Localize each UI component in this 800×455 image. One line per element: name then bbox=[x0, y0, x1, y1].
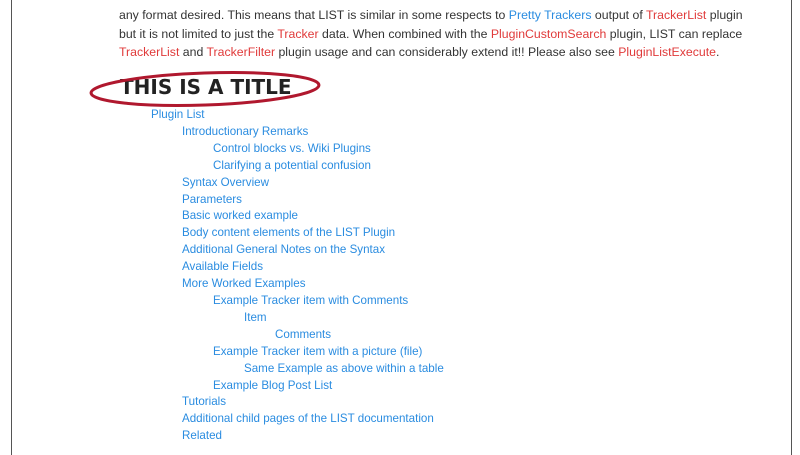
toc-link[interactable]: Example Blog Post List bbox=[0, 378, 444, 395]
paragraph-text: any format desired. This means that LIST… bbox=[119, 8, 509, 22]
toc-link[interactable]: Basic worked example bbox=[0, 208, 444, 225]
pretty-trackers-link[interactable]: Pretty Trackers bbox=[509, 8, 592, 22]
page-content: any format desired. This means that LIST… bbox=[0, 0, 800, 455]
toc-link[interactable]: Body content elements of the LIST Plugin bbox=[0, 225, 444, 242]
paragraph-text: plugin bbox=[706, 8, 743, 22]
tracker-link[interactable]: Tracker bbox=[277, 27, 318, 41]
toc-link[interactable]: Introductionary Remarks bbox=[0, 124, 444, 141]
toc-link[interactable]: Available Fields bbox=[0, 259, 444, 276]
toc-link[interactable]: Related bbox=[0, 428, 444, 445]
toc-link[interactable]: Example Tracker item with Comments bbox=[0, 293, 444, 310]
toc-link[interactable]: Clarifying a potential confusion bbox=[0, 158, 444, 175]
trackerlist-link[interactable]: TrackerList bbox=[646, 8, 706, 22]
intro-paragraph: any format desired. This means that LIST… bbox=[119, 6, 759, 62]
toc-link[interactable]: Control blocks vs. Wiki Plugins bbox=[0, 141, 444, 158]
paragraph-line-1: any format desired. This means that LIST… bbox=[119, 6, 759, 25]
paragraph-text: plugin usage and can considerably extend… bbox=[275, 45, 619, 59]
toc-link[interactable]: Example Tracker item with a picture (fil… bbox=[0, 344, 444, 361]
toc-link[interactable]: Additional child pages of the LIST docum… bbox=[0, 411, 444, 428]
toc-link[interactable]: Plugin List bbox=[0, 107, 444, 124]
paragraph-text: and bbox=[179, 45, 207, 59]
plugincustomsearch-link[interactable]: PluginCustomSearch bbox=[491, 27, 607, 41]
paragraph-text: plugin, LIST can replace bbox=[606, 26, 743, 41]
paragraph-text: data. When combined with the bbox=[318, 26, 491, 41]
toc-link[interactable]: Item bbox=[0, 310, 444, 327]
trackerfilter-link[interactable]: TrackerFilter bbox=[207, 45, 276, 59]
toc-link[interactable]: Same Example as above within a table bbox=[0, 361, 444, 378]
paragraph-line-3: TrackerList and TrackerFilter plugin usa… bbox=[119, 43, 759, 62]
paragraph-text: . bbox=[716, 45, 720, 59]
trackerlist-link-2[interactable]: TrackerList bbox=[119, 45, 179, 59]
toc-link[interactable]: Syntax Overview bbox=[0, 175, 444, 192]
paragraph-text: output of bbox=[591, 8, 646, 22]
pluginlistexecute-link[interactable]: PluginListExecute bbox=[618, 45, 716, 59]
right-border bbox=[791, 0, 792, 455]
table-of-contents: Plugin List Introductionary Remarks Contro… bbox=[0, 107, 444, 445]
toc-link[interactable]: Parameters bbox=[0, 192, 444, 209]
toc-link[interactable]: Tutorials bbox=[0, 394, 444, 411]
paragraph-line-2: but it is not limited to just the Tracke… bbox=[119, 25, 759, 44]
toc-link[interactable]: Comments bbox=[0, 327, 444, 344]
toc-link[interactable]: More Worked Examples bbox=[0, 276, 444, 293]
title-highlight-ellipse bbox=[89, 71, 321, 107]
toc-link[interactable]: Additional General Notes on the Syntax bbox=[0, 242, 444, 259]
paragraph-text: but it is not limited to just the bbox=[119, 26, 278, 41]
